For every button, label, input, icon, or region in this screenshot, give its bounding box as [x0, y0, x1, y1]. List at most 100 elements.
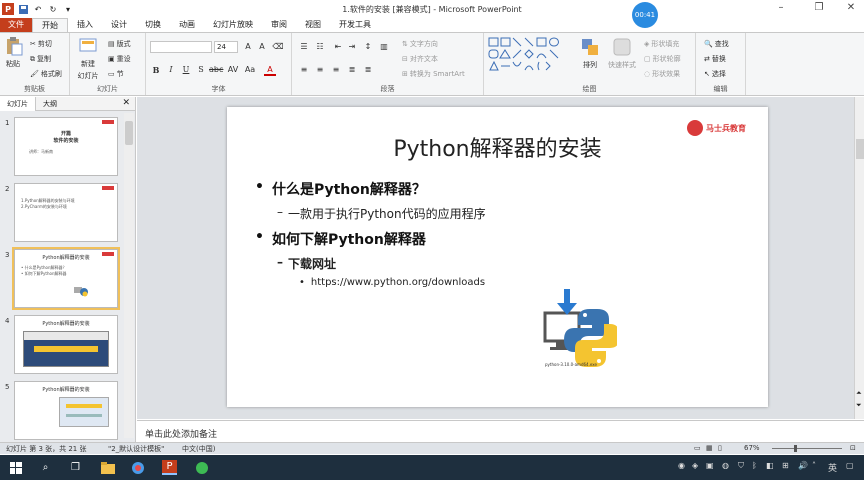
format-painter-button[interactable]: 🖌 格式刷	[30, 69, 62, 79]
distribute-button[interactable]: ≣	[362, 64, 374, 76]
notification-icon[interactable]: ▢	[846, 461, 854, 470]
app-green-icon[interactable]	[194, 460, 209, 475]
tab-developer[interactable]: 开发工具	[330, 18, 380, 32]
layout-button[interactable]: ▤ 版式	[108, 39, 131, 49]
tab-review[interactable]: 审阅	[262, 18, 296, 32]
thumbnail-scrollbar[interactable]	[124, 113, 134, 438]
language-indicator[interactable]: 中文(中国)	[182, 444, 215, 454]
task-view-icon[interactable]: ❒	[68, 460, 83, 475]
ime-indicator[interactable]: 英	[828, 461, 837, 474]
slide-thumbnail[interactable]: 1.Python解释器的安装与环境 2.PyCharm的安装与环境	[14, 183, 118, 242]
zoom-slider-thumb[interactable]	[794, 445, 797, 452]
clear-formatting-button[interactable]: ⌫	[272, 41, 284, 53]
slide-thumbnail[interactable]: Python解释器的安装	[14, 315, 118, 374]
file-explorer-icon[interactable]	[100, 460, 115, 475]
minimize-button[interactable]: –	[768, 2, 794, 16]
close-button[interactable]: ✕	[838, 2, 864, 16]
align-text-button[interactable]: ⊟ 对齐文本	[402, 54, 438, 64]
zoom-level[interactable]: 67%	[744, 444, 760, 452]
slide-thumbnail-selected[interactable]: Python解释器的安装 • 什么是Python解释器？ • 如何下解Pytho…	[12, 247, 120, 310]
underline-button[interactable]: U	[180, 64, 192, 76]
font-name-dropdown[interactable]	[150, 41, 212, 53]
section-button[interactable]: ▭ 节	[108, 69, 124, 79]
bullet-level2[interactable]: – 下载网址	[277, 255, 336, 272]
new-slide-button[interactable]: 新建 幻灯片	[76, 36, 100, 81]
replace-button[interactable]: ⇄ 替换	[704, 54, 726, 64]
tab-design[interactable]: 设计	[102, 18, 136, 32]
slide-title[interactable]: Python解释器的安装	[227, 131, 768, 163]
search-icon[interactable]: ⌕	[38, 460, 53, 475]
numbering-button[interactable]: ☷	[314, 41, 326, 53]
notes-pane[interactable]: 单击此处添加备注	[137, 420, 864, 442]
editor-scrollbar[interactable]: ⏶ ⏷	[854, 97, 864, 419]
tray-app-icon[interactable]: ◉	[678, 461, 685, 470]
redo-icon[interactable]: ↻	[47, 3, 59, 15]
columns-button[interactable]: ▥	[378, 41, 390, 53]
align-center-button[interactable]: ≡	[314, 64, 326, 76]
next-slide-icon[interactable]: ⏷	[856, 401, 862, 410]
tab-home[interactable]: 开始	[32, 18, 68, 32]
tray-shield-icon[interactable]: ⛉	[738, 461, 744, 471]
select-button[interactable]: ↖ 选择	[704, 69, 726, 79]
tab-view[interactable]: 视图	[296, 18, 330, 32]
align-left-button[interactable]: ≡	[298, 64, 310, 76]
paste-button[interactable]: 粘贴	[4, 36, 23, 69]
increase-indent-button[interactable]: ⇥	[346, 41, 358, 53]
bullet-level1[interactable]: • 如何下解Python解释器	[255, 229, 426, 249]
slide-thumbnail[interactable]: Python解释器的安装	[14, 381, 118, 440]
undo-icon[interactable]: ↶	[32, 3, 44, 15]
slide-thumbnail[interactable]: 开篇 软件的安装 讲师：马新南	[14, 117, 118, 176]
current-slide[interactable]: 马士兵教育 Python解释器的安装 • 什么是Python解释器？ – 一款用于执…	[227, 107, 768, 407]
customize-quick-access-icon[interactable]: ▾	[62, 3, 74, 15]
zoom-slider[interactable]	[772, 445, 842, 452]
shadow-button[interactable]: S	[195, 64, 207, 76]
line-spacing-button[interactable]: ↕	[362, 41, 374, 53]
decrease-indent-button[interactable]: ⇤	[332, 41, 344, 53]
tray-app-icon[interactable]: ◍	[722, 461, 729, 470]
fit-to-window-icon[interactable]: ⊡	[850, 444, 856, 452]
shrink-font-button[interactable]: A	[256, 41, 268, 53]
font-color-button[interactable]: A	[264, 64, 276, 76]
italic-button[interactable]: I	[165, 64, 177, 76]
character-spacing-button[interactable]: AV	[227, 64, 239, 76]
quick-styles-button[interactable]: 快速样式	[608, 37, 636, 70]
shape-effects-button[interactable]: ◌ 形状效果	[644, 69, 680, 79]
scrollbar-thumb[interactable]	[125, 121, 133, 145]
normal-view-icon[interactable]: ▭	[694, 444, 701, 452]
network-icon[interactable]: ⊞	[782, 461, 789, 470]
strikethrough-button[interactable]: abc	[209, 64, 223, 76]
convert-smartart-button[interactable]: ⊞ 转换为 SmartArt	[402, 69, 465, 79]
windows-start-icon[interactable]	[8, 460, 23, 475]
tab-animations[interactable]: 动画	[170, 18, 204, 32]
bluetooth-icon[interactable]: ᛒ	[752, 461, 757, 470]
maximize-button[interactable]: ❐	[806, 2, 832, 16]
shape-fill-button[interactable]: ◈ 形状填充	[644, 39, 679, 49]
change-case-button[interactable]: Aa	[244, 64, 256, 76]
reading-view-icon[interactable]: ▯	[718, 444, 722, 452]
volume-icon[interactable]: 🔊	[798, 461, 808, 470]
text-direction-button[interactable]: ⇅ 文字方向	[402, 39, 438, 49]
tray-app-icon[interactable]: ◧	[766, 461, 774, 470]
close-icon[interactable]: ✕	[122, 98, 130, 108]
tab-slideshow[interactable]: 幻灯片放映	[204, 18, 262, 32]
find-button[interactable]: 🔍 查找	[704, 39, 729, 49]
browser-icon[interactable]	[130, 460, 145, 475]
tray-app-icon[interactable]: ◈	[692, 461, 698, 470]
tab-outline-panel[interactable]: 大纲	[36, 97, 64, 111]
copy-button[interactable]: ⧉ 复制	[30, 54, 51, 64]
bold-button[interactable]: B	[150, 64, 162, 76]
scrollbar-thumb[interactable]	[856, 139, 864, 159]
font-size-dropdown[interactable]: 24	[214, 41, 238, 53]
shape-outline-button[interactable]: ▢ 形状轮廓	[644, 54, 681, 64]
arrange-button[interactable]: 排列	[580, 37, 600, 70]
reset-button[interactable]: ▣ 重设	[108, 54, 131, 64]
bullet-level3[interactable]: • https://www.python.org/downloads	[299, 277, 485, 288]
bullet-level2[interactable]: – 一款用于执行Python代码的应用程序	[277, 205, 486, 222]
shapes-gallery[interactable]	[488, 37, 570, 73]
sorter-view-icon[interactable]: ▦	[706, 444, 713, 452]
tab-insert[interactable]: 插入	[68, 18, 102, 32]
bullets-button[interactable]: ☰	[298, 41, 310, 53]
justify-button[interactable]: ≣	[346, 64, 358, 76]
previous-slide-icon[interactable]: ⏶	[856, 389, 862, 398]
grow-font-button[interactable]: A	[242, 41, 254, 53]
